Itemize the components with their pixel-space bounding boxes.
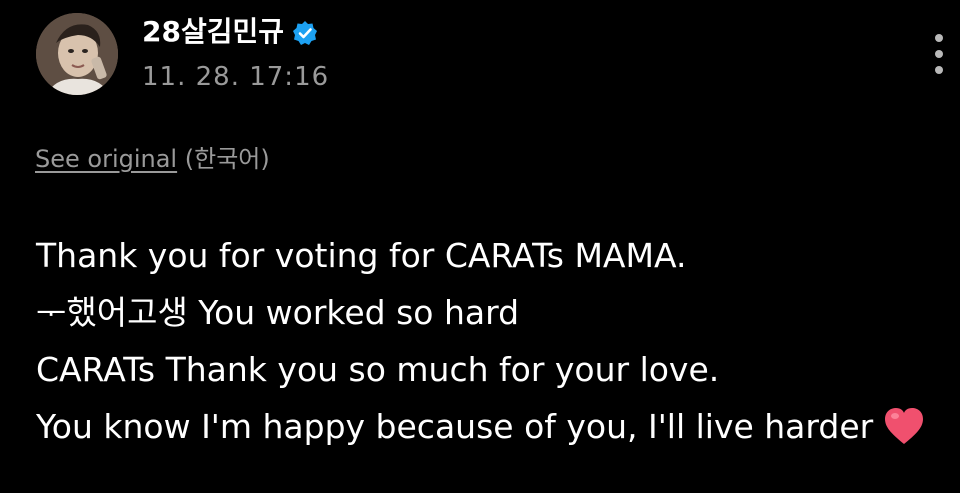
original-language-label: (한국어) — [184, 145, 270, 173]
author-name[interactable]: 28살김민규 — [142, 14, 318, 50]
post-line-4: You know I'm happy because of you, I'll … — [36, 407, 874, 446]
translation-bar: See original (한국어) — [35, 142, 270, 176]
post-timestamp: 11. 28. 17:16 — [142, 62, 330, 92]
post-line-3: CARATs Thank you so much for your love. — [36, 350, 720, 389]
heart-icon — [883, 406, 925, 446]
more-vertical-icon — [935, 34, 943, 42]
post-header: 28살김민규 11. 28. 17:16 — [0, 0, 960, 110]
more-dot — [935, 66, 943, 74]
post-body: Thank you for voting for CARATs MAMA. ᅮ했… — [36, 227, 956, 455]
more-dot — [935, 50, 943, 58]
post-line-1: Thank you for voting for CARATs MAMA. — [36, 236, 687, 275]
more-options-button[interactable] — [924, 30, 954, 78]
post-line-4-container: You know I'm happy because of you, I'll … — [36, 398, 956, 455]
author-name-text: 28살김민규 — [142, 15, 285, 48]
see-original-link[interactable]: See original — [35, 145, 177, 173]
verified-badge-icon — [292, 19, 318, 45]
avatar-photo — [36, 13, 118, 95]
post-line-2: ᅮ했어고생 You worked so hard — [36, 293, 520, 332]
avatar[interactable] — [36, 13, 118, 95]
